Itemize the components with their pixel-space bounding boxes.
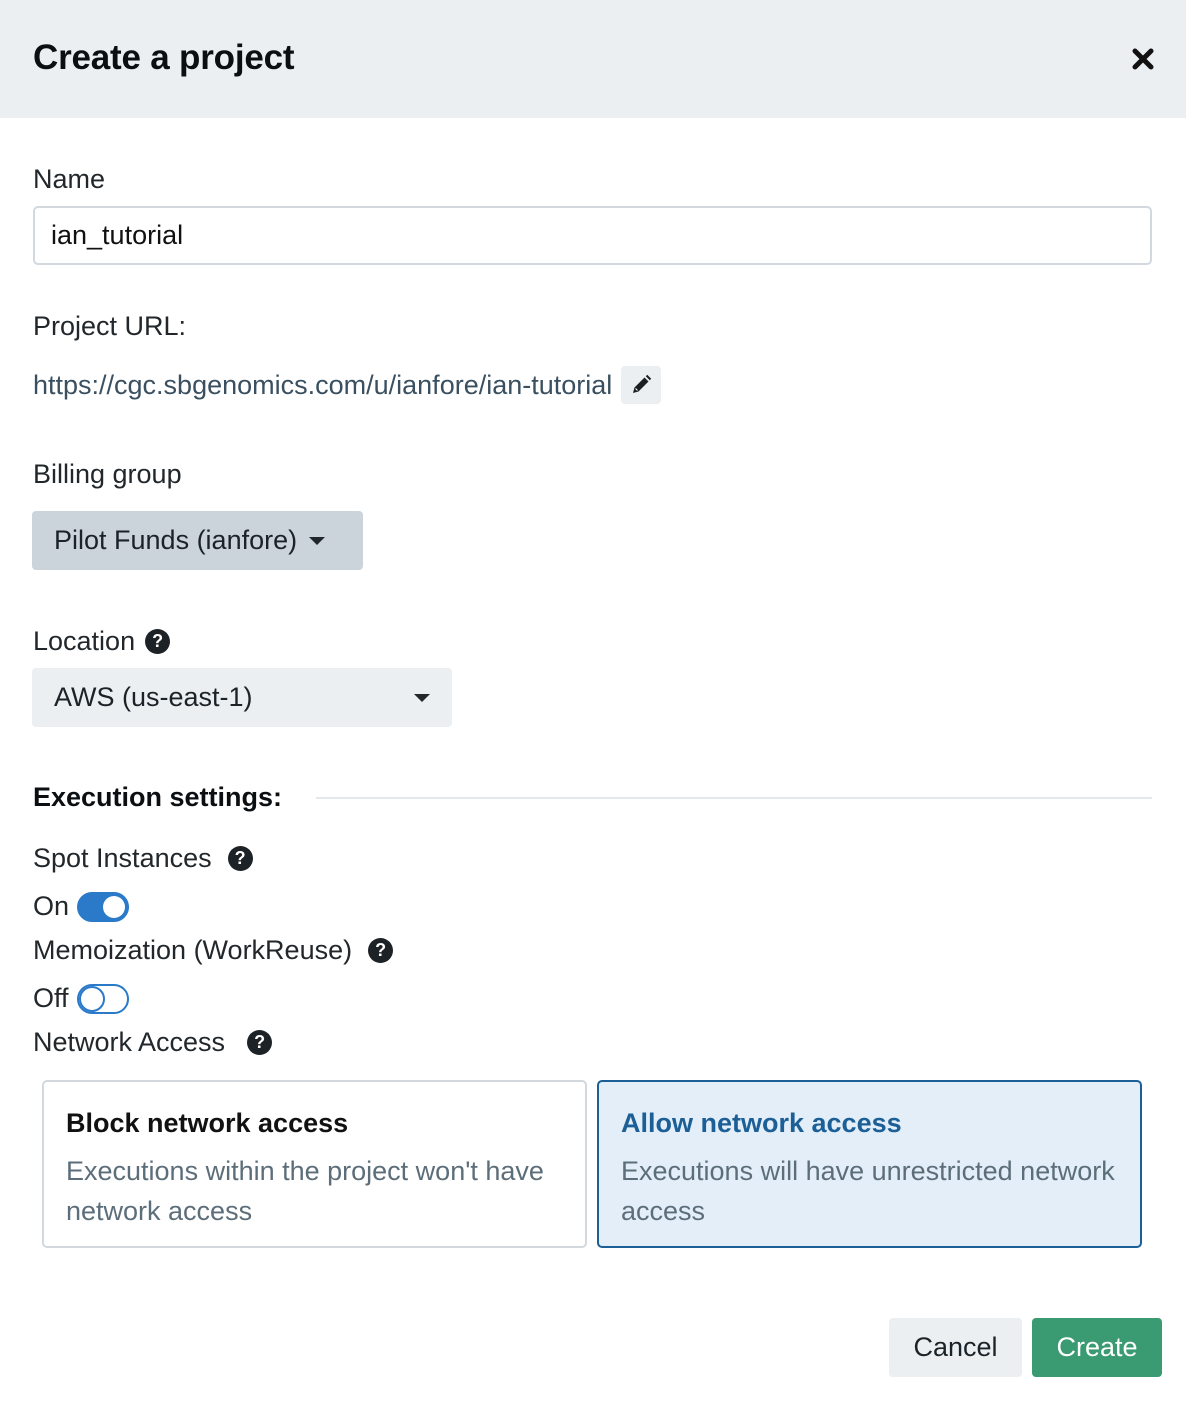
option-description: Executions within the project won't have…: [66, 1156, 544, 1226]
memoization-label-row: Memoization (WorkReuse) ?: [33, 935, 394, 966]
option-title: Allow network access: [621, 1108, 902, 1138]
location-value: AWS (us-east-1): [54, 682, 253, 712]
dialog-header: Create a project: [0, 0, 1186, 118]
billing-group-label: Billing group: [33, 459, 182, 489]
spot-instances-toggle-row: On: [33, 891, 130, 922]
billing-group-dropdown[interactable]: Pilot Funds (ianfore): [32, 511, 363, 570]
spot-instances-state: On: [33, 891, 70, 921]
allow-network-access-option[interactable]: Allow network access Executions will hav…: [597, 1080, 1142, 1248]
pencil-icon: [633, 374, 652, 393]
option-description: Executions will have unrestricted networ…: [621, 1156, 1115, 1226]
spot-instances-label-row: Spot Instances ?: [33, 843, 253, 874]
billing-group-value: Pilot Funds (ianfore): [54, 525, 298, 555]
location-label-row: Location ?: [33, 626, 171, 657]
name-input[interactable]: [33, 206, 1152, 265]
create-button[interactable]: Create: [1032, 1318, 1162, 1377]
execution-settings-title: Execution settings:: [33, 782, 283, 812]
memoization-label: Memoization (WorkReuse): [33, 935, 353, 965]
section-divider: [316, 797, 1152, 799]
caret-down-icon: [309, 536, 326, 545]
spot-instances-toggle[interactable]: [77, 891, 130, 922]
network-access-label: Network Access: [33, 1027, 226, 1057]
network-access-label-row: Network Access ?: [33, 1027, 273, 1058]
block-network-access-option[interactable]: Block network access Executions within t…: [42, 1080, 587, 1248]
close-icon[interactable]: [1130, 46, 1156, 72]
location-select[interactable]: AWS (us-east-1): [32, 668, 452, 727]
project-url-label: Project URL:: [33, 311, 187, 341]
create-project-dialog: Create a project Name Project URL: https…: [0, 0, 1186, 1415]
project-url-row: https://cgc.sbgenomics.com/u/ianfore/ian…: [33, 366, 662, 404]
help-icon[interactable]: ?: [145, 629, 171, 654]
memoization-state: Off: [33, 983, 69, 1013]
memoization-toggle[interactable]: [76, 983, 129, 1014]
project-url-text: https://cgc.sbgenomics.com/u/ianfore/ian…: [33, 369, 613, 400]
dialog-title: Create a project: [33, 38, 295, 77]
spot-instances-label: Spot Instances: [33, 843, 212, 873]
location-label: Location: [33, 626, 136, 656]
cancel-button[interactable]: Cancel: [889, 1318, 1022, 1377]
help-icon[interactable]: ?: [368, 938, 394, 963]
name-label: Name: [33, 164, 106, 194]
edit-url-button[interactable]: [621, 366, 662, 404]
help-icon[interactable]: ?: [247, 1030, 273, 1055]
caret-down-icon: [414, 694, 430, 702]
memoization-toggle-row: Off: [33, 983, 129, 1014]
option-title: Block network access: [66, 1108, 349, 1138]
help-icon[interactable]: ?: [227, 846, 253, 871]
